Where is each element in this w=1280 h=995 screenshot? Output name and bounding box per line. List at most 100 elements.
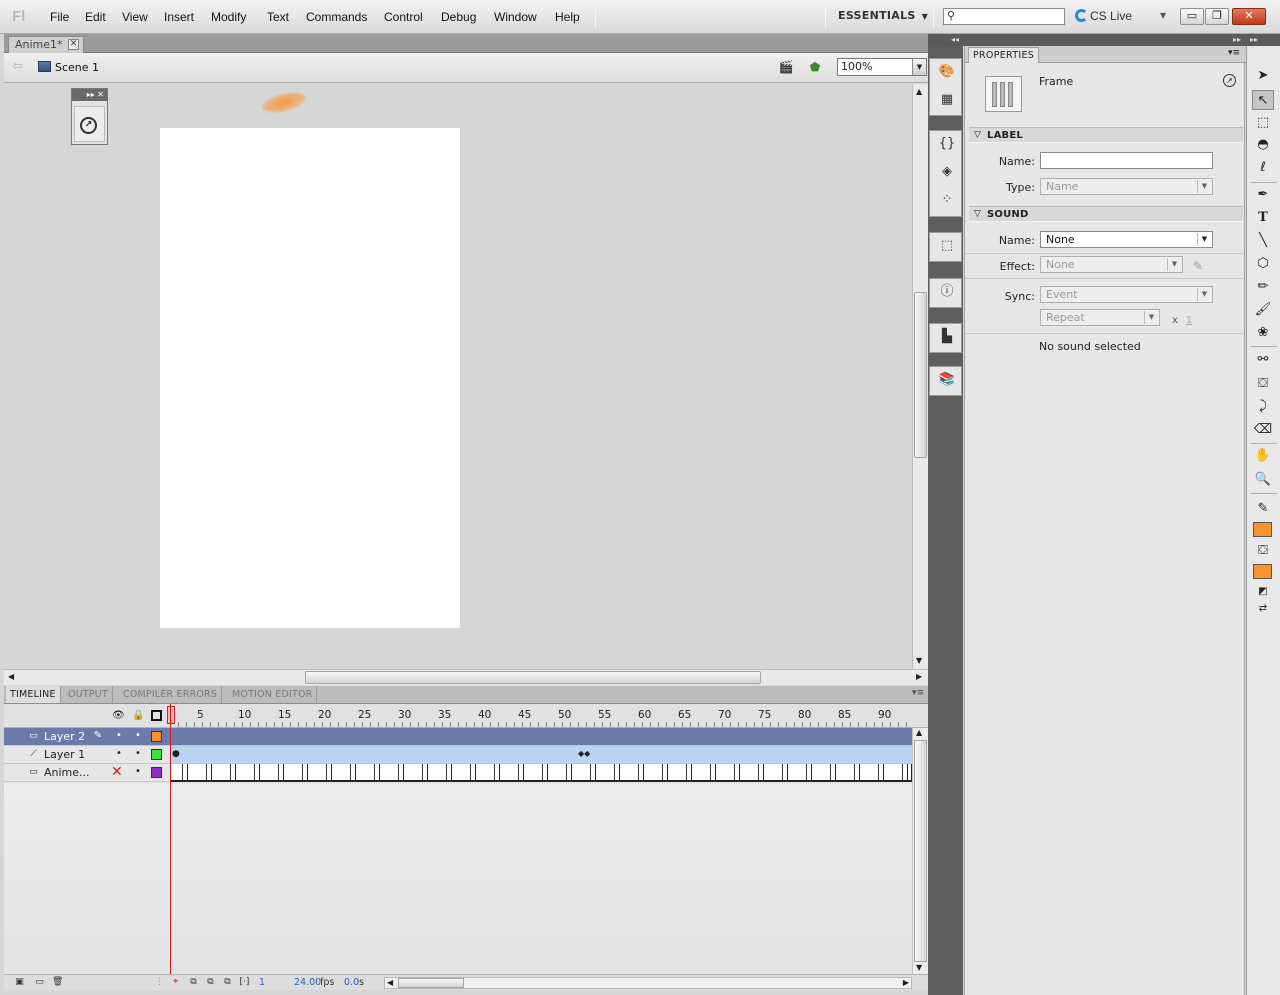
scroll-up-icon[interactable]: ▲ [916,728,922,737]
scroll-down-icon[interactable]: ▼ [916,656,922,665]
scroll-thumb[interactable] [914,292,927,458]
onion-skin-icon[interactable]: ⧉ [188,977,199,988]
help-icon[interactable]: ↗ [1223,74,1236,87]
expand-icon[interactable]: ▸▸ [1250,34,1258,46]
edit-envelope-icon[interactable]: ✎ [1193,259,1203,273]
free-transform-tool-icon[interactable]: ⬚ [1252,113,1274,133]
timeline-vertical-scrollbar[interactable]: ▲ ▼ [912,728,928,974]
components-icon[interactable]: ◈ [938,163,956,181]
outline-icon[interactable] [151,710,162,721]
edit-multiple-frames-icon[interactable]: ⧉ [222,977,233,988]
subselection-tool-icon[interactable]: ↖ [1252,90,1274,110]
orange-shape[interactable] [260,88,308,117]
layer-outline-color[interactable] [151,749,162,760]
keyframe-marker[interactable]: ● [172,749,180,759]
onion-skin-outlines-icon[interactable]: ⧉ [205,977,216,988]
modify-onion-markers-icon[interactable]: [·] [239,977,250,988]
playhead-handle[interactable] [167,706,175,724]
lock-dot[interactable]: • [133,766,143,777]
scene-breadcrumb[interactable]: Scene 1 [55,61,99,74]
menu-modify[interactable]: Modify [211,10,246,24]
panel-menu-icon[interactable]: ▾≡ [1228,48,1240,58]
close-window-button[interactable]: ✕ [1232,8,1266,25]
new-layer-icon[interactable]: ▣ [14,977,25,988]
tab-properties[interactable]: PROPERTIES [968,47,1040,63]
new-folder-icon[interactable]: ▭ [34,977,45,988]
text-tool-icon[interactable]: T [1252,208,1274,228]
pencil-tool-icon[interactable]: ✏ [1252,277,1274,297]
scroll-thumb[interactable] [914,740,927,962]
menu-edit[interactable]: Edit [85,10,106,24]
align-icon[interactable]: ▙ [938,328,956,346]
eye-icon[interactable]: 👁 [112,710,125,721]
info-icon[interactable]: ⓘ [938,283,956,301]
menu-insert[interactable]: Insert [164,10,194,24]
lock-dot[interactable]: • [133,730,143,741]
pen-tool-icon[interactable]: ✒ [1252,185,1274,205]
sync-select[interactable]: Event ▼ [1040,286,1213,303]
fps-value[interactable]: 24.00 [294,977,321,988]
swap-colors-icon[interactable]: ⇄ [1252,599,1274,619]
edit-scene-icon[interactable]: 🎬 [778,59,794,75]
scroll-down-icon[interactable]: ▼ [916,963,922,972]
stage[interactable] [160,128,460,628]
selection-tool-icon[interactable]: ➤ [1252,66,1274,86]
menu-help[interactable]: Help [555,10,580,24]
stage-vertical-scrollbar[interactable]: ▲ ▼ [912,84,928,669]
menu-control[interactable]: Control [384,10,423,24]
fill-color-swatch[interactable] [1253,564,1272,579]
workspace-switcher[interactable]: ESSENTIALS ▼ [838,9,928,22]
tab-output[interactable]: OUTPUT [64,686,113,703]
eyedropper-tool-icon[interactable]: ⤸ [1252,397,1274,417]
eraser-tool-icon[interactable]: ⌫ [1252,420,1274,440]
sound-name-select[interactable]: None ▼ [1040,231,1213,248]
scroll-left-icon[interactable]: ◀ [8,672,14,681]
visibility-dot[interactable]: • [114,730,124,741]
delete-icon[interactable]: 🗑 [52,977,63,988]
layer-outline-color[interactable] [151,731,162,742]
back-arrow-icon[interactable]: ⇦ [12,59,23,74]
motion-presets-icon[interactable]: ↗ [80,117,97,134]
elapsed-time-value[interactable]: 0.0 [344,977,359,988]
layer-name[interactable]: Anime... [44,766,90,779]
scroll-right-icon[interactable]: ▶ [903,978,909,987]
document-tab[interactable]: Anime1* ✕ [8,36,84,53]
brush-tool-icon[interactable]: 🖌 [1252,300,1274,320]
layer-name[interactable]: Layer 1 [44,748,85,761]
zoom-tool-icon[interactable]: 🔍 [1252,470,1274,490]
help-search[interactable]: ⚲ [943,8,1065,25]
line-tool-icon[interactable]: ╲ [1252,231,1274,251]
chevron-down-icon[interactable]: ▼ [1160,11,1166,20]
center-frame-icon[interactable]: ⌖ [170,977,181,988]
search-input[interactable] [960,10,1060,23]
stage-horizontal-scrollbar[interactable]: ◀ ▶ [4,669,928,685]
swatches-icon[interactable]: ▦ [938,91,956,109]
section-label[interactable]: ▽ LABEL [969,127,1243,143]
zoom-select[interactable]: 100% ▼ [837,58,927,76]
menu-text[interactable]: Text [267,10,289,24]
scroll-left-icon[interactable]: ◀ [387,978,393,987]
lasso-tool-icon[interactable]: ℓ [1252,158,1274,178]
frames-layer-1[interactable]: ● ◆◆ [170,746,912,764]
cs-live-button[interactable]: CS Live [1075,9,1132,23]
close-icon[interactable]: ✕ [68,39,79,50]
lock-icon[interactable]: 🔒 [132,710,144,721]
3d-rotation-tool-icon[interactable]: ◓ [1252,135,1274,155]
motion-presets-icon[interactable]: ⁘ [938,191,956,209]
scroll-thumb[interactable] [398,978,464,988]
section-sound[interactable]: ▽ SOUND [969,206,1243,222]
repeat-count-value[interactable]: 1 [1186,315,1192,326]
lock-dot[interactable]: • [133,748,143,759]
scroll-right-icon[interactable]: ▶ [916,672,922,681]
library-icon[interactable]: 📚 [938,371,956,389]
menu-window[interactable]: Window [494,10,537,24]
menu-debug[interactable]: Debug [441,10,476,24]
effect-select[interactable]: None ▼ [1040,256,1183,273]
layer-outline-color[interactable] [151,767,162,778]
restore-button[interactable]: ❐ [1205,8,1229,25]
menu-view[interactable]: View [122,10,148,24]
bone-tool-icon[interactable]: ⚯ [1252,350,1274,370]
keyframe-marker[interactable]: ◆◆ [578,749,590,758]
scroll-thumb[interactable] [305,671,761,684]
deco-tool-icon[interactable]: ❀ [1252,323,1274,343]
